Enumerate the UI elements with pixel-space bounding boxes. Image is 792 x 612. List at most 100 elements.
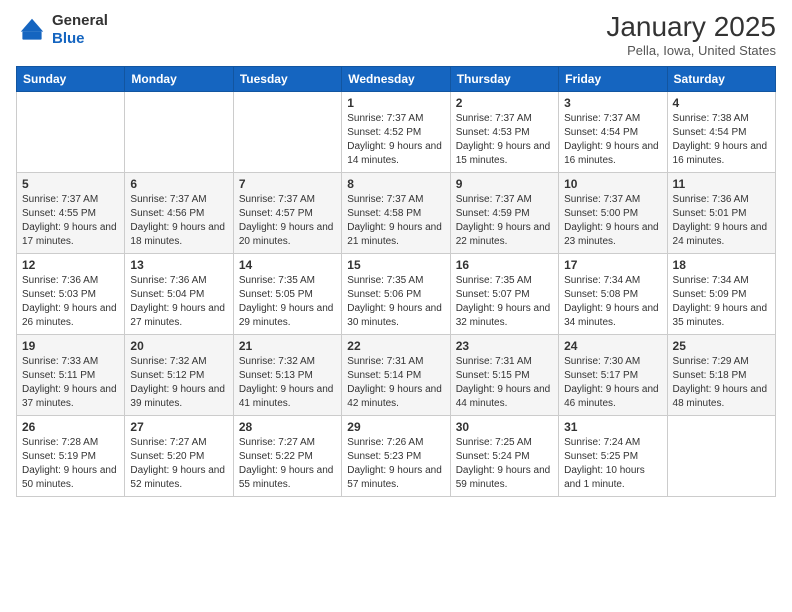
cell-date: 1 [347, 96, 444, 110]
calendar-cell: 6 Sunrise: 7:37 AMSunset: 4:56 PMDaylight… [125, 172, 233, 253]
calendar-cell: 26 Sunrise: 7:28 AMSunset: 5:19 PMDayligh… [17, 415, 125, 496]
calendar-cell: 20 Sunrise: 7:32 AMSunset: 5:12 PMDayligh… [125, 334, 233, 415]
cell-date: 13 [130, 258, 227, 272]
cell-info: Sunrise: 7:25 AMSunset: 5:24 PMDaylight:… [456, 436, 553, 492]
calendar-cell: 9 Sunrise: 7:37 AMSunset: 4:59 PMDaylight… [450, 172, 558, 253]
cell-date: 18 [673, 258, 770, 272]
logo: General Blue [16, 12, 108, 48]
calendar-cell: 2 Sunrise: 7:37 AMSunset: 4:53 PMDaylight… [450, 91, 558, 172]
month-title: January 2025 [606, 12, 776, 43]
logo-general: General [52, 12, 108, 30]
calendar-cell: 21Sunrise: 7:32 AMSunset: 5:13 PMDayligh… [233, 334, 341, 415]
cell-info: Sunrise: 7:30 AMSunset: 5:17 PMDaylight:… [564, 355, 661, 411]
logo-icon [16, 14, 48, 46]
cell-date: 26 [22, 420, 119, 434]
header: General Blue January 2025 Pella, Iowa, U… [16, 12, 776, 58]
cell-date: 7 [239, 177, 336, 191]
cell-date: 6 [130, 177, 227, 191]
calendar-cell: 7 Sunrise: 7:37 AMSunset: 4:57 PMDaylight… [233, 172, 341, 253]
calendar-page: General Blue January 2025 Pella, Iowa, U… [0, 0, 792, 612]
calendar-cell: 22Sunrise: 7:31 AMSunset: 5:14 PMDayligh… [342, 334, 450, 415]
cell-info: Sunrise: 7:37 AMSunset: 4:56 PMDaylight:… [130, 193, 227, 249]
calendar-cell: 12Sunrise: 7:36 AMSunset: 5:03 PMDayligh… [17, 253, 125, 334]
cell-date: 9 [456, 177, 553, 191]
calendar-cell [233, 91, 341, 172]
cell-info: Sunrise: 7:26 AMSunset: 5:23 PMDaylight:… [347, 436, 444, 492]
week-row-3: 12Sunrise: 7:36 AMSunset: 5:03 PMDayligh… [17, 253, 776, 334]
calendar-cell: 4Sunrise: 7:38 AMSunset: 4:54 PMDaylight… [667, 91, 775, 172]
weekday-header-wednesday: Wednesday [342, 66, 450, 91]
cell-info: Sunrise: 7:37 AMSunset: 4:59 PMDaylight:… [456, 193, 553, 249]
weekday-header-tuesday: Tuesday [233, 66, 341, 91]
cell-info: Sunrise: 7:31 AMSunset: 5:14 PMDaylight:… [347, 355, 444, 411]
title-area: January 2025 Pella, Iowa, United States [606, 12, 776, 58]
cell-date: 29 [347, 420, 444, 434]
calendar-cell: 10 Sunrise: 7:37 AMSunset: 5:00 PMDayligh… [559, 172, 667, 253]
cell-date: 31 [564, 420, 661, 434]
cell-date: 15 [347, 258, 444, 272]
weekday-header-row: SundayMondayTuesdayWednesdayThursdayFrid… [17, 66, 776, 91]
calendar-cell [125, 91, 233, 172]
calendar-table: SundayMondayTuesdayWednesdayThursdayFrid… [16, 66, 776, 497]
cell-date: 27 [130, 420, 227, 434]
calendar-cell: 5Sunrise: 7:37 AMSunset: 4:55 PMDaylight… [17, 172, 125, 253]
cell-info: Sunrise: 7:27 AMSunset: 5:20 PMDaylight:… [130, 436, 227, 492]
calendar-cell: 18 Sunrise: 7:34 AMSunset: 5:09 PMDayligh… [667, 253, 775, 334]
cell-date: 16 [456, 258, 553, 272]
cell-date: 25 [673, 339, 770, 353]
cell-date: 24 [564, 339, 661, 353]
cell-date: 10 [564, 177, 661, 191]
cell-info: Sunrise: 7:37 AMSunset: 4:53 PMDaylight:… [456, 112, 553, 168]
calendar-cell: 29 Sunrise: 7:26 AMSunset: 5:23 PMDayligh… [342, 415, 450, 496]
calendar-cell: 1 Sunrise: 7:37 AMSunset: 4:52 PMDaylight… [342, 91, 450, 172]
cell-date: 14 [239, 258, 336, 272]
cell-info: Sunrise: 7:37 AMSunset: 4:52 PMDaylight:… [347, 112, 444, 168]
calendar-cell: 25 Sunrise: 7:29 AMSunset: 5:18 PMDayligh… [667, 334, 775, 415]
calendar-cell: 17Sunrise: 7:34 AMSunset: 5:08 PMDayligh… [559, 253, 667, 334]
calendar-cell: 27 Sunrise: 7:27 AMSunset: 5:20 PMDayligh… [125, 415, 233, 496]
cell-info: Sunrise: 7:35 AMSunset: 5:06 PMDaylight:… [347, 274, 444, 330]
cell-info: Sunrise: 7:36 AMSunset: 5:04 PMDaylight:… [130, 274, 227, 330]
calendar-cell: 31 Sunrise: 7:24 AMSunset: 5:25 PMDayligh… [559, 415, 667, 496]
cell-info: Sunrise: 7:27 AMSunset: 5:22 PMDaylight:… [239, 436, 336, 492]
calendar-cell: 8 Sunrise: 7:37 AMSunset: 4:58 PMDaylight… [342, 172, 450, 253]
cell-info: Sunrise: 7:35 AMSunset: 5:05 PMDaylight:… [239, 274, 336, 330]
cell-info: Sunrise: 7:34 AMSunset: 5:09 PMDaylight:… [673, 274, 770, 330]
cell-date: 11 [673, 177, 770, 191]
calendar-cell: 16 Sunrise: 7:35 AMSunset: 5:07 PMDayligh… [450, 253, 558, 334]
week-row-5: 26 Sunrise: 7:28 AMSunset: 5:19 PMDayligh… [17, 415, 776, 496]
cell-date: 23 [456, 339, 553, 353]
cell-date: 12 [22, 258, 119, 272]
cell-info: Sunrise: 7:28 AMSunset: 5:19 PMDaylight:… [22, 436, 119, 492]
cell-info: Sunrise: 7:36 AMSunset: 5:01 PMDaylight:… [673, 193, 770, 249]
cell-date: 3 [564, 96, 661, 110]
logo-blue: Blue [52, 30, 108, 48]
calendar-cell: 3 Sunrise: 7:37 AMSunset: 4:54 PMDaylight… [559, 91, 667, 172]
location: Pella, Iowa, United States [606, 43, 776, 58]
cell-info: Sunrise: 7:32 AMSunset: 5:13 PMDaylight:… [239, 355, 336, 411]
cell-info: Sunrise: 7:29 AMSunset: 5:18 PMDaylight:… [673, 355, 770, 411]
cell-info: Sunrise: 7:37 AMSunset: 4:54 PMDaylight:… [564, 112, 661, 168]
calendar-cell: 23 Sunrise: 7:31 AMSunset: 5:15 PMDayligh… [450, 334, 558, 415]
cell-info: Sunrise: 7:37 AMSunset: 4:57 PMDaylight:… [239, 193, 336, 249]
calendar-cell: 19Sunrise: 7:33 AMSunset: 5:11 PMDayligh… [17, 334, 125, 415]
cell-date: 5 [22, 177, 119, 191]
cell-date: 20 [130, 339, 227, 353]
calendar-cell: 13 Sunrise: 7:36 AMSunset: 5:04 PMDayligh… [125, 253, 233, 334]
cell-info: Sunrise: 7:38 AMSunset: 4:54 PMDaylight:… [673, 112, 770, 168]
cell-info: Sunrise: 7:24 AMSunset: 5:25 PMDaylight:… [564, 436, 661, 492]
calendar-cell [667, 415, 775, 496]
weekday-header-thursday: Thursday [450, 66, 558, 91]
cell-info: Sunrise: 7:31 AMSunset: 5:15 PMDaylight:… [456, 355, 553, 411]
calendar-cell: 24 Sunrise: 7:30 AMSunset: 5:17 PMDayligh… [559, 334, 667, 415]
calendar-cell: 15 Sunrise: 7:35 AMSunset: 5:06 PMDayligh… [342, 253, 450, 334]
weekday-header-sunday: Sunday [17, 66, 125, 91]
calendar-cell: 30Sunrise: 7:25 AMSunset: 5:24 PMDayligh… [450, 415, 558, 496]
cell-info: Sunrise: 7:32 AMSunset: 5:12 PMDaylight:… [130, 355, 227, 411]
cell-date: 2 [456, 96, 553, 110]
calendar-cell: 28Sunrise: 7:27 AMSunset: 5:22 PMDayligh… [233, 415, 341, 496]
cell-info: Sunrise: 7:37 AMSunset: 4:58 PMDaylight:… [347, 193, 444, 249]
cell-info: Sunrise: 7:35 AMSunset: 5:07 PMDaylight:… [456, 274, 553, 330]
cell-date: 8 [347, 177, 444, 191]
cell-info: Sunrise: 7:37 AMSunset: 5:00 PMDaylight:… [564, 193, 661, 249]
